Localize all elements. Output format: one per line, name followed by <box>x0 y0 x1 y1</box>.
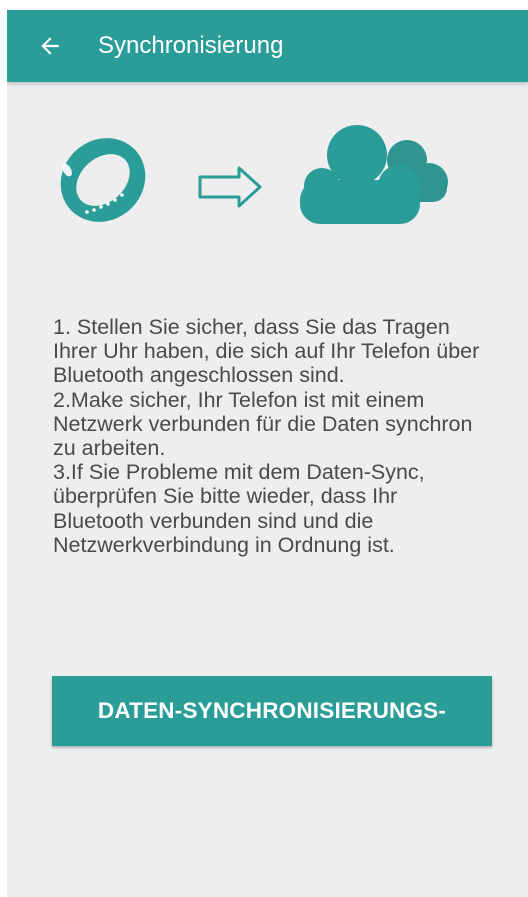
fitness-band-icon <box>60 138 146 222</box>
page-title: Synchronisierung <box>98 32 284 59</box>
cloud-icon <box>300 125 448 224</box>
arrow-right-icon <box>198 166 262 208</box>
back-button[interactable] <box>26 22 74 70</box>
instruction-step-2: 2.Make sicher, Ihr Telefon ist mit einem… <box>53 387 473 461</box>
instructions-text: 1. Stellen Sie sicher, dass Sie das Trag… <box>53 315 493 557</box>
sync-illustration <box>7 120 528 250</box>
instruction-step-3: 3.If Sie Probleme mit dem Daten-Sync, üb… <box>53 460 425 557</box>
sync-screen: Synchronisierung 1. Stellen Sie sicher, … <box>7 10 528 897</box>
data-sync-button[interactable]: DATEN-SYNCHRONISIERUNGS- <box>52 676 492 746</box>
app-bar: Synchronisierung <box>7 10 528 82</box>
arrow-left-icon <box>41 37 59 55</box>
instruction-step-1: 1. Stellen Sie sicher, dass Sie das Trag… <box>53 315 480 388</box>
